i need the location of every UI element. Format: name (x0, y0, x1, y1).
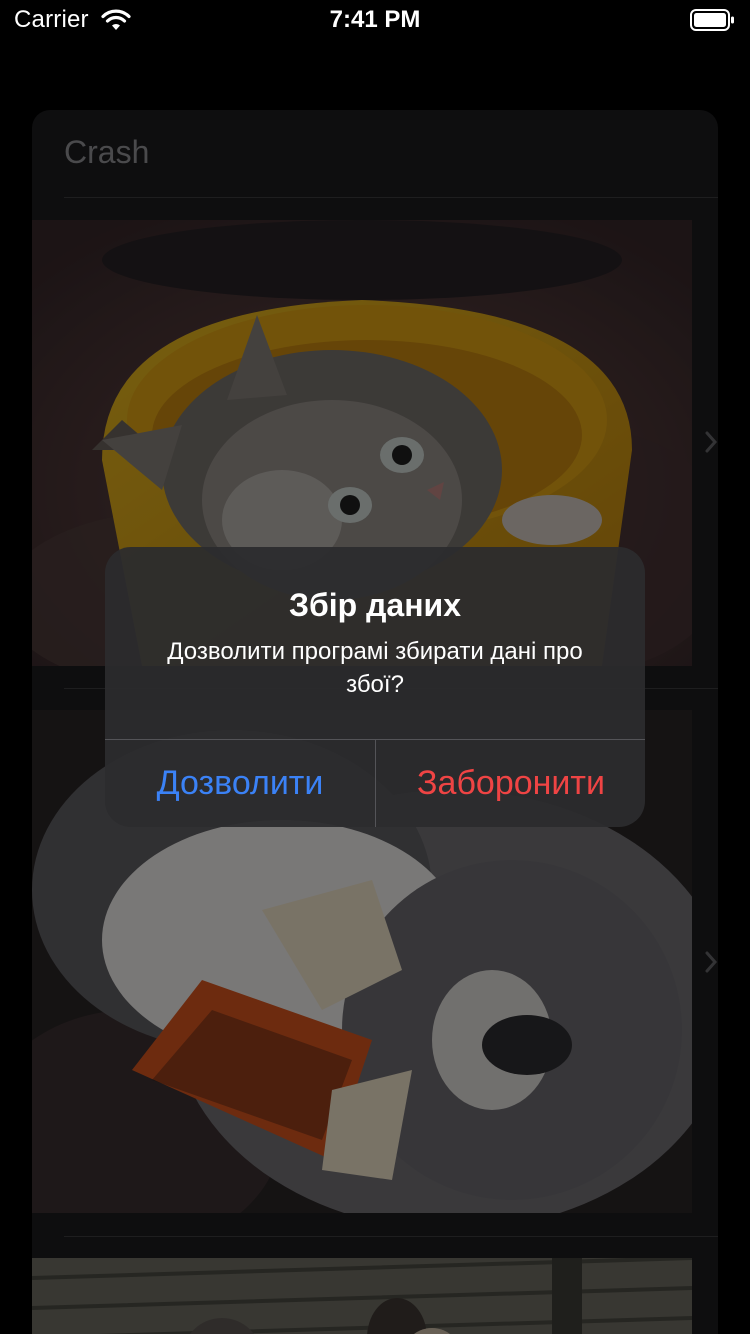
alert-message: Дозволити програмі збирати дані про збої… (167, 638, 583, 698)
screen: Carrier 7:41 PM Crash Збір даних Дозволи… (0, 0, 750, 1334)
alert-title: Збір даних (288, 587, 462, 623)
alert-dialog: Збір даних Дозволити програмі збирати да… (105, 547, 645, 827)
status-time: 7:41 PM (329, 6, 421, 33)
deny-button[interactable]: Заборонити (376, 740, 645, 827)
status-bar: Carrier 7:41 PM (0, 0, 750, 40)
battery-icon (690, 9, 734, 31)
allow-button[interactable]: Дозволити (105, 740, 375, 827)
